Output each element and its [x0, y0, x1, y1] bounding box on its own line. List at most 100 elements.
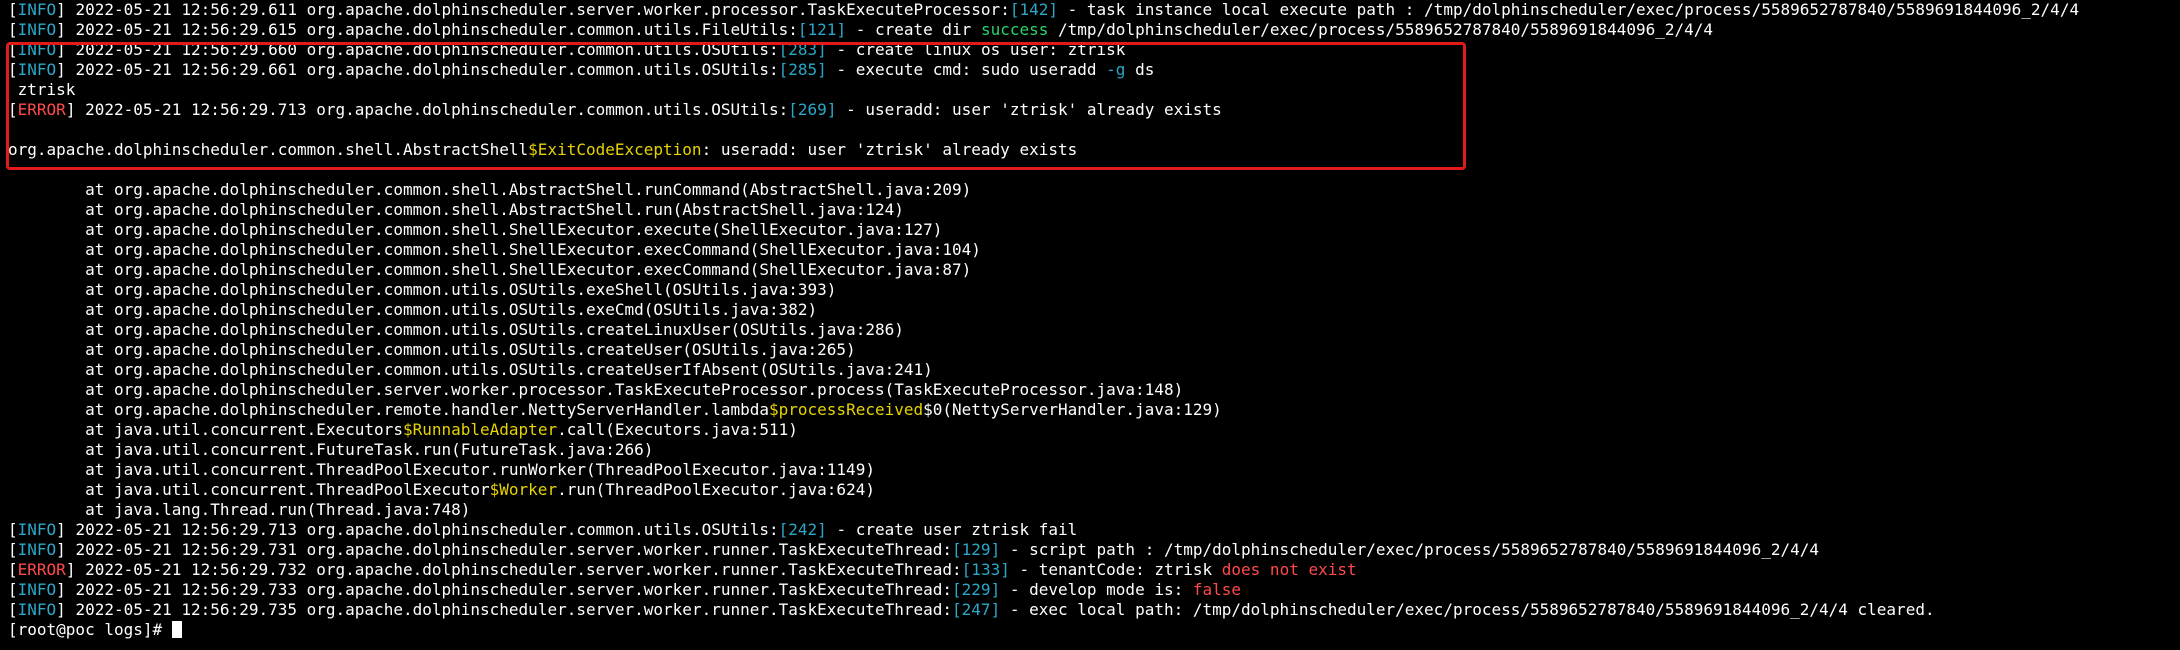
log-segment: at org.apache.dolphinscheduler.common.ut… [8, 320, 904, 339]
log-segment: ztrisk [8, 80, 76, 99]
log-line: at java.util.concurrent.ThreadPoolExecut… [8, 480, 2180, 500]
log-segment: [142] [1009, 0, 1058, 19]
log-segment: [133] [961, 560, 1010, 579]
log-segment: [ [8, 40, 18, 59]
log-segment: false [1192, 580, 1242, 599]
log-segment: does not exist [1221, 560, 1357, 579]
log-line: at org.apache.dolphinscheduler.common.ut… [8, 280, 2180, 300]
log-segment: ] 2022-05-21 12:56:29.660 org.apache.dol… [56, 40, 779, 59]
log-segment: : useradd: user 'ztrisk' already exists [701, 140, 1078, 159]
shell-prompt: [root@poc logs]# [8, 620, 172, 639]
log-segment: ] 2022-05-21 12:56:29.732 org.apache.dol… [65, 560, 962, 579]
log-segment: - useradd: user 'ztrisk' already exists [836, 100, 1222, 119]
log-line: [INFO] 2022-05-21 12:56:29.713 org.apach… [8, 520, 2180, 540]
log-segment: - create dir [846, 20, 981, 39]
log-segment: INFO [17, 60, 57, 79]
log-line: at org.apache.dolphinscheduler.common.sh… [8, 200, 2180, 220]
log-segment: - tenantCode: ztrisk [1009, 560, 1222, 579]
log-segment: ] 2022-05-21 12:56:29.713 org.apache.dol… [56, 520, 779, 539]
log-segment: success [980, 20, 1049, 39]
log-line: [INFO] 2022-05-21 12:56:29.661 org.apach… [8, 60, 2180, 80]
log-line: at org.apache.dolphinscheduler.common.sh… [8, 180, 2180, 200]
log-segment: ds [1125, 60, 1155, 79]
log-segment: - execute cmd: sudo useradd [826, 60, 1107, 79]
log-segment: at org.apache.dolphinscheduler.remote.ha… [8, 400, 769, 419]
log-segment: [242] [778, 520, 827, 539]
log-line: [ERROR] 2022-05-21 12:56:29.732 org.apac… [8, 560, 2180, 580]
log-line: at org.apache.dolphinscheduler.common.sh… [8, 240, 2180, 260]
log-segment: - create linux os user: ztrisk [826, 40, 1126, 59]
terminal-window[interactable]: [INFO] 2022-05-21 12:56:29.611 org.apach… [0, 0, 2180, 650]
log-segment: at java.lang.Thread.run(Thread.java:748) [8, 500, 471, 519]
log-line: [ERROR] 2022-05-21 12:56:29.713 org.apac… [8, 100, 2180, 120]
log-segment: - task instance local execute path : /tm… [1058, 0, 2080, 19]
log-segment: ] 2022-05-21 12:56:29.661 org.apache.dol… [56, 60, 779, 79]
log-segment: at org.apache.dolphinscheduler.server.wo… [8, 380, 1184, 399]
log-line: [INFO] 2022-05-21 12:56:29.733 org.apach… [8, 580, 2180, 600]
log-segment: at org.apache.dolphinscheduler.common.ut… [8, 300, 818, 319]
log-line: [INFO] 2022-05-21 12:56:29.735 org.apach… [8, 600, 2180, 620]
log-segment: ] 2022-05-21 12:56:29.735 org.apache.dol… [56, 600, 953, 619]
log-segment: at org.apache.dolphinscheduler.common.sh… [8, 260, 972, 279]
log-segment: at java.util.concurrent.FutureTask.run(F… [8, 440, 654, 459]
shell-prompt-line[interactable]: [root@poc logs]# [8, 620, 2180, 640]
log-segment: $processReceived [769, 400, 924, 419]
log-segment: ] 2022-05-21 12:56:29.733 org.apache.dol… [56, 580, 953, 599]
log-segment: at java.util.concurrent.ThreadPoolExecut… [8, 480, 490, 499]
log-segment: /tmp/dolphinscheduler/exec/process/55896… [1048, 20, 1714, 39]
log-segment: INFO [17, 0, 57, 19]
log-segment: - create user ztrisk fail [826, 520, 1078, 539]
log-segment: $0(NettyServerHandler.java:129) [923, 400, 1222, 419]
log-segment: at java.util.concurrent.Executors [8, 420, 403, 439]
log-line: at java.util.concurrent.ThreadPoolExecut… [8, 460, 2180, 480]
log-segment: INFO [17, 40, 57, 59]
log-line: [INFO] 2022-05-21 12:56:29.615 org.apach… [8, 20, 2180, 40]
log-segment: ERROR [17, 560, 66, 579]
log-segment: at java.util.concurrent.ThreadPoolExecut… [8, 460, 875, 479]
log-line: [INFO] 2022-05-21 12:56:29.611 org.apach… [8, 0, 2180, 20]
log-segment: .run(ThreadPoolExecutor.java:624) [557, 480, 875, 499]
log-segment: ] 2022-05-21 12:56:29.731 org.apache.dol… [56, 540, 953, 559]
log-segment: -g [1106, 60, 1126, 79]
log-segment: [ [8, 520, 18, 539]
log-line: at org.apache.dolphinscheduler.common.ut… [8, 320, 2180, 340]
log-segment: $RunnableAdapter [402, 420, 558, 439]
log-segment: .call(Executors.java:511) [557, 420, 798, 439]
log-line: [INFO] 2022-05-21 12:56:29.731 org.apach… [8, 540, 2180, 560]
log-segment: ] 2022-05-21 12:56:29.615 org.apache.dol… [56, 20, 798, 39]
log-segment: INFO [17, 600, 57, 619]
log-segment: at org.apache.dolphinscheduler.common.sh… [8, 240, 981, 259]
log-segment: - exec local path: /tmp/dolphinscheduler… [1000, 600, 1935, 619]
log-segment: [ [8, 540, 18, 559]
log-segment: - develop mode is: [1000, 580, 1193, 599]
log-segment: ERROR [17, 100, 66, 119]
log-segment: [ [8, 60, 18, 79]
log-segment: [ [8, 580, 18, 599]
log-segment: [129] [952, 540, 1001, 559]
log-output: [INFO] 2022-05-21 12:56:29.611 org.apach… [8, 0, 2180, 620]
log-line: at org.apache.dolphinscheduler.common.ut… [8, 300, 2180, 320]
log-segment: [ [8, 0, 18, 19]
log-segment: [269] [788, 100, 837, 119]
log-segment: [ [8, 600, 18, 619]
log-segment: at org.apache.dolphinscheduler.common.sh… [8, 180, 972, 199]
log-segment: org.apache.dolphinscheduler.common.shell… [8, 140, 529, 159]
log-line: at org.apache.dolphinscheduler.remote.ha… [8, 400, 2180, 420]
log-segment: $Worker [489, 480, 558, 499]
log-line: at org.apache.dolphinscheduler.common.ut… [8, 360, 2180, 380]
log-segment: [ [8, 100, 18, 119]
log-line: at org.apache.dolphinscheduler.common.ut… [8, 340, 2180, 360]
log-line: [INFO] 2022-05-21 12:56:29.660 org.apach… [8, 40, 2180, 60]
log-line: at java.util.concurrent.FutureTask.run(F… [8, 440, 2180, 460]
log-line: at java.lang.Thread.run(Thread.java:748) [8, 500, 2180, 520]
log-segment: INFO [17, 540, 57, 559]
log-segment: - script path : /tmp/dolphinscheduler/ex… [1000, 540, 1819, 559]
log-segment: $ExitCodeException [528, 140, 702, 159]
log-segment: [121] [797, 20, 847, 39]
log-segment: INFO [17, 20, 57, 39]
log-segment: [285] [778, 60, 827, 79]
log-line: at org.apache.dolphinscheduler.common.sh… [8, 220, 2180, 240]
log-segment: at org.apache.dolphinscheduler.common.ut… [8, 360, 933, 379]
